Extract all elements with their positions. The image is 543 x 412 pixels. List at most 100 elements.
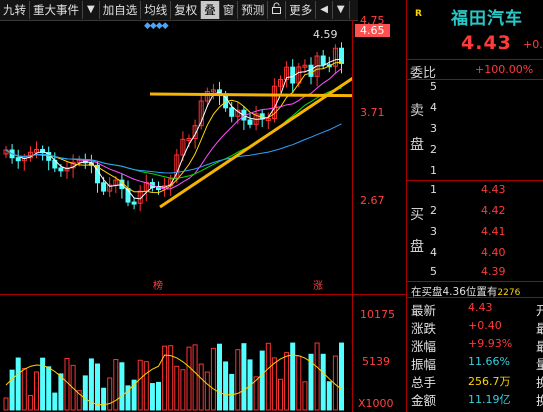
volume-bar (217, 343, 222, 411)
stat-tail: 开 (536, 303, 543, 318)
volume-bar (113, 359, 119, 411)
volume-unit-label: X1000 (358, 397, 394, 410)
volume-bar (21, 367, 27, 411)
toolbar-window[interactable]: 窗 (220, 1, 239, 19)
volume-bar (174, 365, 180, 411)
stat-label: 振幅 (411, 357, 437, 372)
volume-bar (223, 361, 229, 411)
stat-label: 金额 (411, 393, 437, 408)
stat-label: 总手 (411, 375, 437, 390)
buy-level-row[interactable]: 1 4.43 (407, 183, 543, 203)
current-price-tag: 4.65 (355, 24, 390, 37)
level-num: 4 (430, 246, 437, 259)
volume-bar (320, 353, 326, 411)
toolbar-major-events[interactable]: 重大事件 (30, 1, 83, 19)
stat-label: 涨跌 (411, 321, 437, 336)
level-num: 4 (430, 101, 437, 114)
toolbar-moving-average[interactable]: 均线 (141, 1, 172, 19)
sell-level-row[interactable]: 2 (407, 143, 543, 163)
sell-level-row[interactable]: 5 (407, 80, 543, 100)
candle-body (339, 47, 344, 64)
stat-label: 涨幅 (411, 339, 437, 354)
volume-bar (314, 342, 320, 411)
stat-label: 最新 (411, 303, 437, 318)
stat-tail: 最 (536, 321, 543, 336)
axis-separator (352, 20, 353, 412)
volume-bar (46, 366, 52, 411)
stock-name: 福田汽车 (451, 9, 523, 29)
volume-bar (192, 344, 198, 411)
stat-row: 涨幅 +9.93% 最 (411, 336, 543, 354)
buy-level-row[interactable]: 5 4.39 (407, 265, 543, 285)
stat-tail: 换 (536, 393, 543, 408)
buy-level-row[interactable]: 3 4.41 (407, 225, 543, 245)
dropdown-arrow-icon[interactable]: ▼ (83, 1, 100, 19)
r-badge: R (415, 9, 422, 19)
stat-value: +0.40 (468, 319, 502, 332)
volume-bar (339, 342, 344, 411)
buy-level-row[interactable]: 2 4.42 (407, 204, 543, 224)
volume-axis-label: 5139 (362, 355, 390, 368)
level-num: 5 (430, 265, 437, 278)
toolbar-more[interactable]: 更多 (286, 1, 317, 19)
stat-value: 11.19亿 (468, 393, 511, 406)
volume-bar (265, 342, 271, 411)
volume-bar (284, 352, 290, 411)
toolbar-add-favorite[interactable]: 加自选 (100, 1, 142, 19)
toolbar-overlay[interactable]: 叠 (201, 1, 220, 19)
volume-bar (34, 371, 39, 411)
stat-row: 涨跌 +0.40 最 (411, 318, 543, 336)
stat-value: 256.7万 (468, 375, 511, 388)
volume-bar (180, 369, 186, 411)
toolbar-adjust[interactable]: 复权 (171, 1, 202, 19)
event-diamonds[interactable]: ◆◆◆◆ (144, 21, 169, 31)
level-num: 2 (430, 143, 437, 156)
sell-level-row[interactable]: 1 (407, 164, 543, 184)
horizontal-trendline (149, 92, 352, 98)
level-num: 3 (430, 225, 437, 238)
sell-level-row[interactable]: 4 (407, 101, 543, 121)
volume-bar (95, 363, 100, 411)
toolbar-forecast[interactable]: 预测 (238, 1, 269, 19)
menu-dropdown-icon[interactable]: ▼ (333, 1, 350, 19)
volume-axis-label: 10175 (360, 308, 395, 321)
level-num: 2 (430, 204, 437, 217)
divider (407, 180, 543, 181)
stat-value: 4.43 (468, 301, 493, 314)
volume-bar (229, 373, 235, 411)
price-axis-label: 2.67 (360, 194, 385, 207)
sell-level-row[interactable]: 3 (407, 122, 543, 142)
peak-price-label: 4.59 (313, 28, 338, 41)
volume-bar (241, 343, 247, 411)
buy-price: 4.40 (481, 246, 506, 259)
volume-bar (278, 378, 283, 411)
candle-body (320, 55, 326, 66)
level-num: 1 (430, 164, 437, 177)
buy-level-row[interactable]: 4 4.40 (407, 246, 543, 266)
volume-bar (235, 349, 241, 411)
volume-bar (9, 369, 15, 411)
scroll-left-icon[interactable]: ◀ (316, 1, 333, 19)
volume-bar (259, 350, 265, 411)
volume-bar (27, 395, 33, 411)
volume-bar (58, 373, 64, 411)
volume-bar (82, 375, 88, 411)
volume-separator (0, 294, 406, 295)
volume-bar (204, 371, 210, 411)
stat-value: +9.93% (468, 337, 513, 350)
kline-chart[interactable] (0, 20, 352, 412)
candle-body (308, 64, 314, 77)
volume-bar (156, 381, 161, 411)
volume-bar (107, 377, 113, 411)
stat-row: 最新 4.43 开 (411, 300, 543, 318)
list-marker[interactable]: 榜 (153, 277, 163, 292)
chart-toolbar: 九转 重大事件 ▼ 加自选 均线 复权 叠 窗 预测 更多 ◀ ▼ (0, 0, 358, 21)
lock-icon[interactable] (268, 1, 287, 19)
stat-tail: 最 (536, 339, 543, 354)
volume-bar (296, 355, 302, 411)
volume-bar (210, 347, 216, 411)
volume-bar (119, 362, 125, 411)
toolbar-jiuzhuan[interactable]: 九转 (0, 1, 30, 19)
divider (407, 297, 543, 298)
limit-up-marker[interactable]: 涨 (313, 277, 323, 292)
